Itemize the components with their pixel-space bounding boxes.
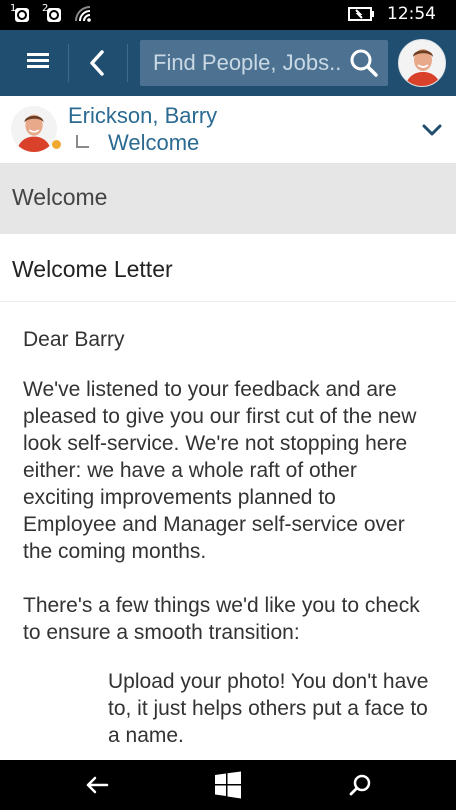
section-header: Welcome bbox=[0, 164, 456, 234]
app-header bbox=[0, 30, 456, 96]
header-divider bbox=[127, 44, 128, 82]
letter-paragraph: There's a few things we'd like you to ch… bbox=[23, 594, 420, 644]
nav-back-button[interactable] bbox=[77, 770, 117, 800]
system-nav-bar bbox=[0, 760, 456, 810]
back-arrow-icon bbox=[86, 776, 109, 794]
sim2-icon bbox=[47, 8, 61, 22]
letter-title-row: Welcome Letter bbox=[0, 234, 456, 302]
windows-logo-icon bbox=[215, 771, 241, 799]
header-divider bbox=[68, 44, 69, 82]
letter-title: Welcome Letter bbox=[12, 256, 173, 282]
letter-list-item: Upload your photo! You don't have to, it… bbox=[108, 670, 429, 747]
sim1-icon bbox=[15, 8, 29, 22]
status-bar-left: 1 2 bbox=[10, 3, 94, 24]
battery-charging-icon bbox=[348, 7, 374, 21]
breadcrumb-current: Welcome bbox=[108, 130, 200, 155]
nav-start-button[interactable] bbox=[208, 770, 248, 800]
avatar-image bbox=[11, 106, 57, 152]
status-bar-right: 12:54 bbox=[347, 4, 436, 24]
section-title: Welcome bbox=[12, 184, 108, 210]
sim1-signal: 1 bbox=[10, 3, 32, 24]
search-box bbox=[140, 40, 388, 86]
back-button[interactable] bbox=[74, 44, 120, 82]
person-header[interactable]: Erickson, Barry Welcome bbox=[0, 96, 456, 164]
user-avatar[interactable] bbox=[398, 39, 446, 87]
search-icon bbox=[349, 774, 371, 796]
sim2-signal: 2 bbox=[42, 3, 64, 24]
letter-paragraph: We've listened to your feedback and are … bbox=[23, 378, 417, 563]
nav-search-button[interactable] bbox=[340, 770, 380, 800]
person-avatar bbox=[11, 106, 57, 152]
search-button[interactable] bbox=[348, 47, 380, 79]
wifi-icon bbox=[75, 6, 91, 22]
letter-body: Dear Barry We've listened to your feedba… bbox=[0, 302, 456, 760]
menu-button[interactable] bbox=[16, 51, 64, 75]
clock: 12:54 bbox=[387, 4, 436, 24]
hamburger-icon-bar bbox=[27, 59, 49, 62]
status-bar: 1 2 12:54 bbox=[0, 0, 456, 30]
search-icon bbox=[350, 49, 378, 77]
person-name[interactable]: Erickson, Barry bbox=[68, 103, 217, 129]
chevron-down-icon bbox=[422, 124, 442, 136]
tree-elbow-icon bbox=[76, 135, 89, 148]
back-chevron-icon bbox=[90, 50, 104, 76]
avatar-image bbox=[399, 40, 445, 86]
hamburger-icon-bar bbox=[27, 53, 49, 56]
hamburger-icon-bar bbox=[27, 65, 49, 68]
expand-button[interactable] bbox=[420, 118, 444, 142]
presence-status-dot bbox=[52, 140, 61, 149]
letter-greeting: Dear Barry bbox=[23, 328, 125, 351]
search-input[interactable] bbox=[140, 40, 340, 86]
